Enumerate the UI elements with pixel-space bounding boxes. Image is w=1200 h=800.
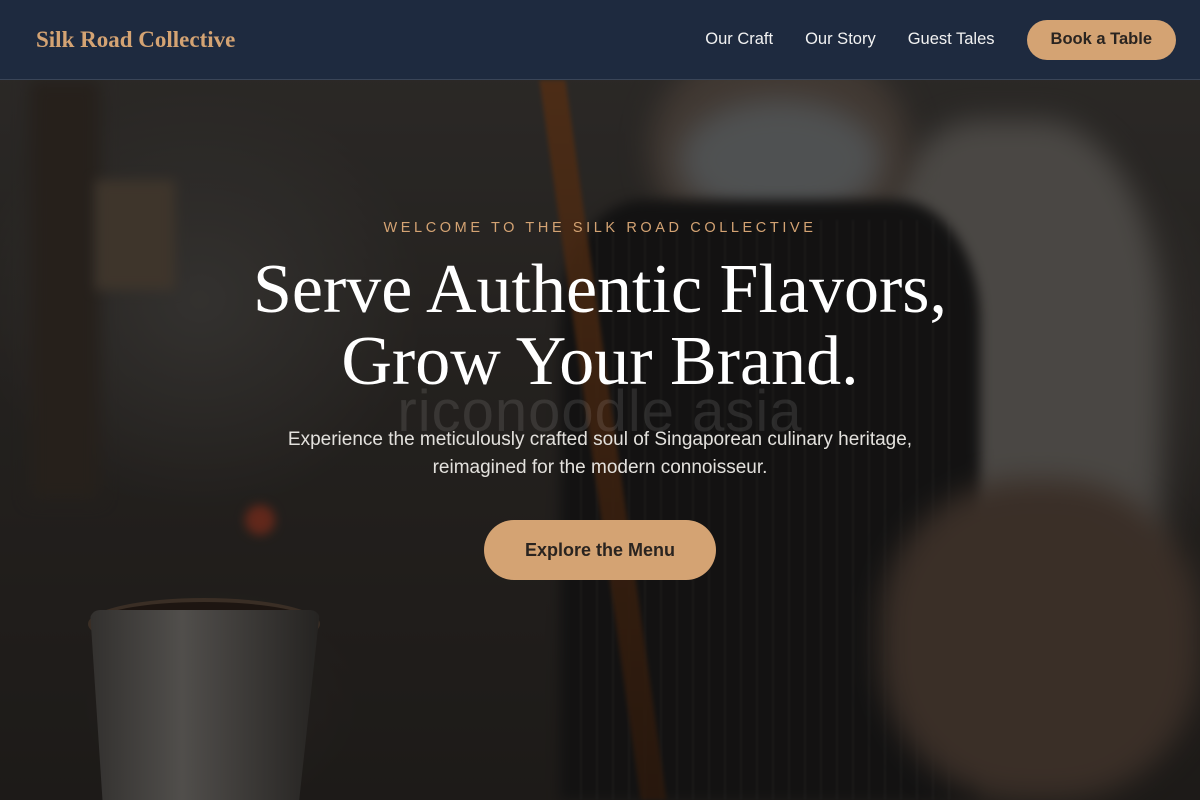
hero-eyebrow: WELCOME TO THE SILK ROAD COLLECTIVE [383, 220, 817, 236]
main-nav: Our Craft Our Story Guest Tales Book a T… [705, 19, 1176, 60]
top-navbar: Silk Road Collective Our Craft Our Story… [0, 0, 1200, 80]
explore-menu-button[interactable]: Explore the Menu [484, 520, 716, 580]
book-table-button[interactable]: Book a Table [1026, 19, 1176, 60]
hero-headline-line-1: Serve Authentic Flavors, [252, 251, 948, 328]
nav-link-our-craft[interactable]: Our Craft [705, 30, 773, 49]
brand-logo-text[interactable]: Silk Road Collective [36, 27, 235, 53]
nav-link-our-story[interactable]: Our Story [805, 30, 876, 49]
hero-subtitle: Experience the meticulously crafted soul… [287, 429, 913, 478]
hero-content: WELCOME TO THE SILK ROAD COLLECTIVE Serv… [0, 0, 1200, 800]
nav-link-guest-tales[interactable]: Guest Tales [908, 30, 995, 49]
hero-headline: Serve Authentic Flavors, Grow Your Brand… [0, 254, 1200, 398]
